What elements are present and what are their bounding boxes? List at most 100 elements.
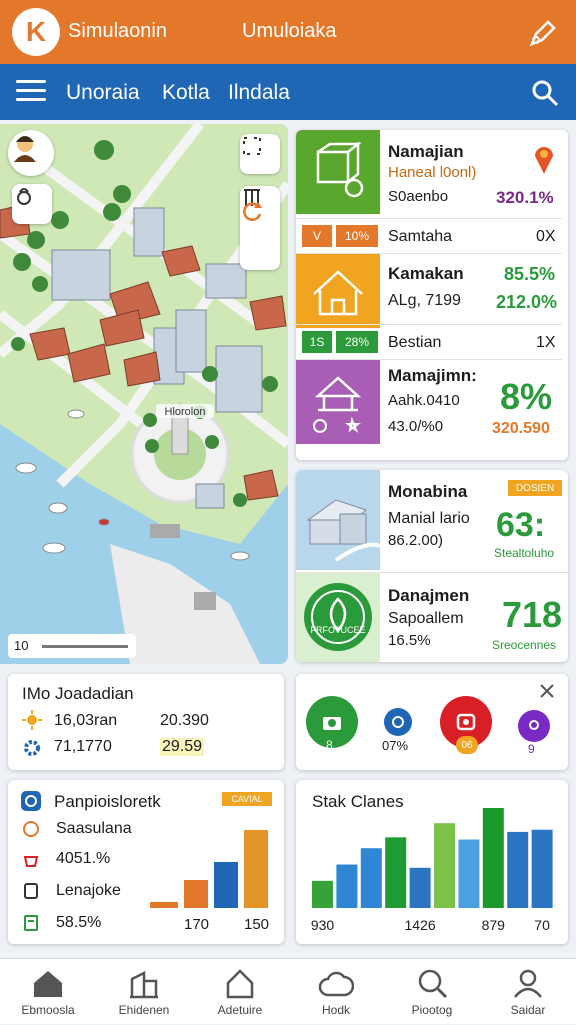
fullscreen-button[interactable] (240, 134, 280, 174)
logo-text: K (25, 16, 47, 47)
card-detail: Manial lario (388, 510, 470, 527)
card-value-secondary: 212.0% (496, 292, 558, 312)
tab-profile[interactable]: Saidar (480, 959, 576, 1025)
action-location-button[interactable] (518, 710, 550, 742)
page-title: Umuloiaka (242, 20, 337, 42)
chart-bar (150, 902, 178, 908)
card-value: 320.1% (496, 188, 554, 207)
camera-icon (323, 717, 341, 730)
tab-label: Ebmoosla (21, 1003, 75, 1017)
location-pin-icon[interactable] (532, 142, 556, 176)
office-icon (306, 499, 381, 562)
shield-icon (21, 791, 41, 811)
eco-thumbnail: FRFOTUCEE (296, 573, 380, 662)
pin-icon (529, 720, 539, 730)
chart-bar (507, 831, 529, 908)
map-tools[interactable] (240, 186, 280, 270)
chart-bar (184, 880, 208, 908)
info-title: IMo Joadadian (22, 684, 134, 703)
house-icon (313, 270, 363, 316)
profile-avatar[interactable] (8, 130, 54, 176)
info-value: 71,1770 (54, 738, 112, 755)
scale-label: 10 (14, 638, 29, 653)
nav-bar: Unoraia Kotla Ilndala (0, 64, 576, 120)
map-scale: 10 (8, 634, 136, 658)
row-chip-percent: 10% (336, 225, 378, 247)
summary-panel: Monabina DOSIEN Manial lario 86.2.00) 63… (296, 470, 568, 662)
card-badge: CAVIAL (222, 792, 272, 806)
card-detail-secondary: 16.5% (388, 632, 431, 649)
tab-home[interactable]: Ebmoosla (0, 959, 96, 1025)
bar-chart: 930 1426 879 70 (311, 808, 553, 933)
card-big-value: 718 (502, 594, 563, 635)
row-value: 1X (536, 334, 556, 351)
layers-button[interactable] (12, 184, 52, 224)
nav-item-unoraia[interactable]: Unoraia (66, 81, 140, 105)
card-big-value: 8% (500, 376, 553, 417)
card-tile-orange (296, 254, 380, 328)
row-chip-percent: 28% (336, 331, 378, 353)
card-badge: DOSIEN (508, 480, 562, 496)
row-chip-icon: 1S (302, 331, 332, 353)
info-value-secondary: 20.390 (160, 712, 209, 729)
tick-label: 879 (482, 917, 506, 933)
tick-label: 70 (534, 917, 550, 933)
card-caption: Sreocennes (492, 638, 557, 652)
rotate-icon[interactable] (240, 200, 264, 224)
search-icon[interactable] (530, 78, 560, 108)
edit-icon[interactable] (526, 16, 560, 50)
leaf-ring-icon (304, 583, 372, 651)
bar-chart-card: Stak Clanes 930 1426 879 70 (296, 780, 568, 944)
tab-label: Adetuire (217, 1003, 263, 1017)
tab-activity[interactable]: Adetuire (192, 959, 288, 1025)
cloud-icon (318, 971, 354, 997)
nav-item-kotla[interactable]: Kotla (162, 81, 210, 105)
card-name: Danajmen (388, 586, 470, 605)
layers-icon (17, 188, 31, 205)
tab-hook[interactable]: Hodk (288, 959, 384, 1025)
document-icon (24, 883, 38, 899)
action-info-button[interactable] (384, 708, 412, 736)
chart-bar (458, 839, 480, 908)
metric-row[interactable]: 1S 28% Bestian 1X (296, 324, 562, 360)
menu-icon[interactable] (16, 80, 46, 106)
row-label: Bestian (388, 334, 442, 351)
chart-bar (312, 880, 333, 908)
app-logo[interactable]: K (12, 8, 60, 56)
chart-bar (409, 867, 431, 908)
card-caption: Stealtoluho (494, 546, 555, 560)
info-card: IMo Joadadian 16,03ran 20.390 71,1770 29… (8, 674, 284, 770)
card-detail: ALg, 7199 (388, 292, 461, 309)
nav-item-ilndala[interactable]: Ilndala (228, 81, 290, 105)
card-tile-green (296, 130, 380, 214)
chart-bar (434, 823, 455, 908)
card-value-primary: 85.5% (504, 264, 556, 284)
city-map[interactable]: Hlorolon 10 (0, 124, 288, 664)
tab-label: Ehidenen (118, 1003, 170, 1017)
tab-search[interactable]: Piootog (384, 959, 480, 1025)
landmark-label: Hlorolon (165, 406, 206, 418)
bag-icon (23, 856, 39, 867)
action-label: 07% (382, 738, 409, 753)
list-item: 4051.% (56, 850, 111, 867)
action-sub-label: 06 (456, 736, 478, 754)
card-name: Kamakan (388, 264, 464, 283)
expand-icon (243, 137, 261, 155)
tick-label: 150 (244, 916, 270, 933)
tab-label: Saidar (510, 1003, 546, 1017)
app-header: K Simulaonin Umuloiaka (0, 0, 576, 64)
tab-buildings[interactable]: Ehidenen (96, 959, 192, 1025)
tick-label: 1426 (405, 917, 436, 933)
info-value: 16,03ran (54, 712, 118, 729)
card-name: Mamajimn: (388, 366, 477, 385)
house-outline-icon (226, 969, 254, 999)
building-thumbnail (296, 470, 381, 570)
card-detail-secondary: 86.2.00) (388, 532, 444, 549)
close-icon[interactable] (538, 682, 556, 700)
card-big-value: 63: (496, 506, 546, 544)
metric-row[interactable]: V 10% Samtaha 0X (296, 218, 562, 254)
user-icon (514, 969, 542, 998)
chart-bar (482, 808, 504, 908)
stats-panel: Namajian Haneal l0onl) S0aenbo 320.1% V … (296, 130, 568, 460)
package-icon (316, 141, 364, 198)
